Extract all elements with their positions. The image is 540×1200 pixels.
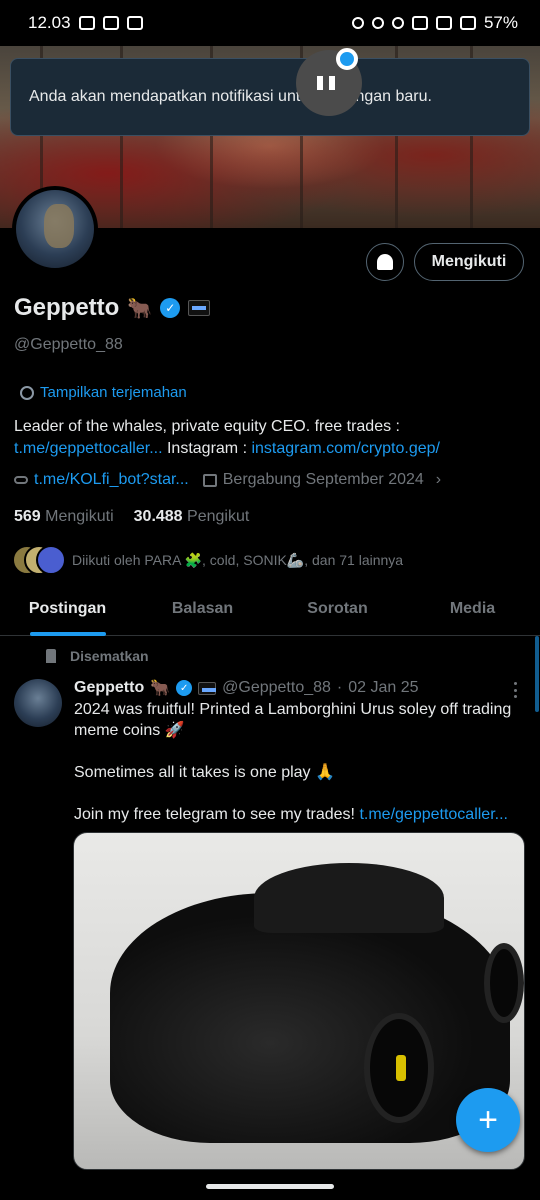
notification-bell-button[interactable] — [366, 243, 404, 281]
pin-icon — [46, 649, 56, 663]
status-bar: 12.03 57% — [0, 0, 540, 46]
tab-highlights[interactable]: Sorotan — [270, 588, 405, 635]
translate-label: Tampilkan terjemahan — [40, 384, 187, 401]
notification-badge — [336, 48, 358, 70]
more-options-icon[interactable] — [512, 682, 518, 698]
bio-instagram-link[interactable]: instagram.com/crypto.gep/ — [251, 440, 440, 457]
website-link[interactable]: t.me/KOLfi_bot?star... — [34, 471, 189, 489]
ox-emoji: 🐂 — [127, 297, 153, 320]
post-text: 2024 was fruitful! Printed a Lamborghini… — [74, 699, 524, 846]
following-button[interactable]: Mengikuti — [414, 243, 524, 281]
calendar-icon — [202, 473, 217, 487]
profile-handle: @Geppetto_88 — [14, 336, 123, 353]
app-icon — [126, 16, 143, 30]
verified-badge-icon[interactable]: ✓ — [160, 298, 181, 318]
car-icon — [102, 16, 119, 30]
profile-tabs: Postingan Balasan Sorotan Media — [0, 588, 540, 636]
bell-icon — [377, 254, 393, 270]
notification-toast: Anda akan mendapatkan notifikasi untuk p… — [10, 58, 530, 136]
tab-media[interactable]: Media — [405, 588, 540, 635]
profile-name-row: Geppetto 🐂 ✓ — [14, 294, 211, 322]
profile-meta: t.me/KOLfi_bot?star... Bergabung Septemb… — [14, 471, 441, 489]
post-line-text: Join my free telegram to see my trades! — [74, 806, 360, 823]
profile-avatar[interactable] — [12, 186, 98, 272]
affiliate-badge-icon — [198, 681, 217, 695]
followers-count-link[interactable]: 30.488 Pengikut — [134, 508, 250, 526]
separator: · — [336, 679, 343, 696]
joined-date: Bergabung September 2024 — [222, 471, 424, 488]
followed-by-text: Diikuti oleh PARA 🧩, cold, SONIK🦾, dan 7… — [72, 551, 404, 568]
show-translation-link[interactable]: Tampilkan terjemahan — [20, 384, 187, 401]
signal-icon — [435, 16, 452, 30]
checkered-flag-icon — [317, 76, 341, 90]
wifi-icon — [411, 16, 428, 30]
home-indicator[interactable] — [206, 1184, 334, 1189]
instagram-icon — [78, 16, 95, 30]
profile-name: Geppetto — [14, 294, 120, 321]
ox-emoji: 🐂 — [150, 680, 171, 697]
profile-bio: Leader of the whales, private equity CEO… — [14, 416, 524, 460]
moon-icon — [351, 17, 364, 29]
followers-count: 30.488 — [133, 508, 183, 525]
following-label: Mengikuti — [45, 508, 114, 525]
post-date[interactable]: 02 Jan 25 — [348, 679, 418, 697]
battery-icon — [459, 16, 476, 30]
followers-label: Pengikut — [187, 508, 250, 525]
post-telegram-link[interactable]: t.me/geppettocaller... — [359, 806, 508, 823]
following-count-link[interactable]: 569 Mengikuti — [14, 508, 114, 526]
pinned-label: Disematkan — [46, 648, 149, 664]
chevron-right-icon[interactable]: › — [436, 471, 441, 489]
location-icon — [391, 17, 404, 29]
post-author-avatar[interactable] — [14, 679, 62, 727]
alarm-icon — [371, 17, 384, 29]
tab-replies[interactable]: Balasan — [135, 588, 270, 635]
following-count: 569 — [14, 508, 41, 525]
post-line: Sometimes all it takes is one play 🙏 — [74, 764, 335, 781]
post-author-name[interactable]: Geppetto — [74, 679, 144, 697]
verified-badge-icon: ✓ — [176, 680, 193, 696]
scrollbar[interactable] — [535, 636, 539, 712]
follow-counts: 569 Mengikuti 30.488 Pengikut — [14, 508, 249, 526]
status-time: 12.03 — [28, 13, 71, 32]
translate-icon — [20, 385, 34, 400]
bio-text: Instagram : — [162, 440, 252, 457]
post-header: Geppetto 🐂 ✓ @Geppetto_88 · 02 Jan 25 — [74, 678, 419, 698]
link-icon — [14, 476, 28, 484]
avatar — [36, 545, 66, 575]
post-line: Join my free telegram to see my trades! … — [74, 804, 524, 825]
affiliate-badge-icon[interactable] — [188, 300, 211, 316]
bio-telegram-link[interactable]: t.me/geppettocaller... — [14, 440, 163, 457]
pinned-text: Disematkan — [70, 648, 149, 664]
post-line: 2024 was fruitful! Printed a Lamborghini… — [74, 701, 512, 739]
follower-avatars — [12, 545, 66, 575]
tab-posts[interactable]: Postingan — [0, 588, 135, 636]
compose-post-button[interactable]: + — [456, 1088, 520, 1152]
battery-level: 57% — [483, 13, 518, 32]
bio-text: Leader of the whales, private equity CEO… — [14, 418, 400, 435]
post-author-handle: @Geppetto_88 — [222, 679, 331, 696]
followed-by[interactable]: Diikuti oleh PARA 🧩, cold, SONIK🦾, dan 7… — [12, 545, 403, 575]
toast-message: Anda akan mendapatkan notifikasi untuk p… — [29, 88, 432, 105]
